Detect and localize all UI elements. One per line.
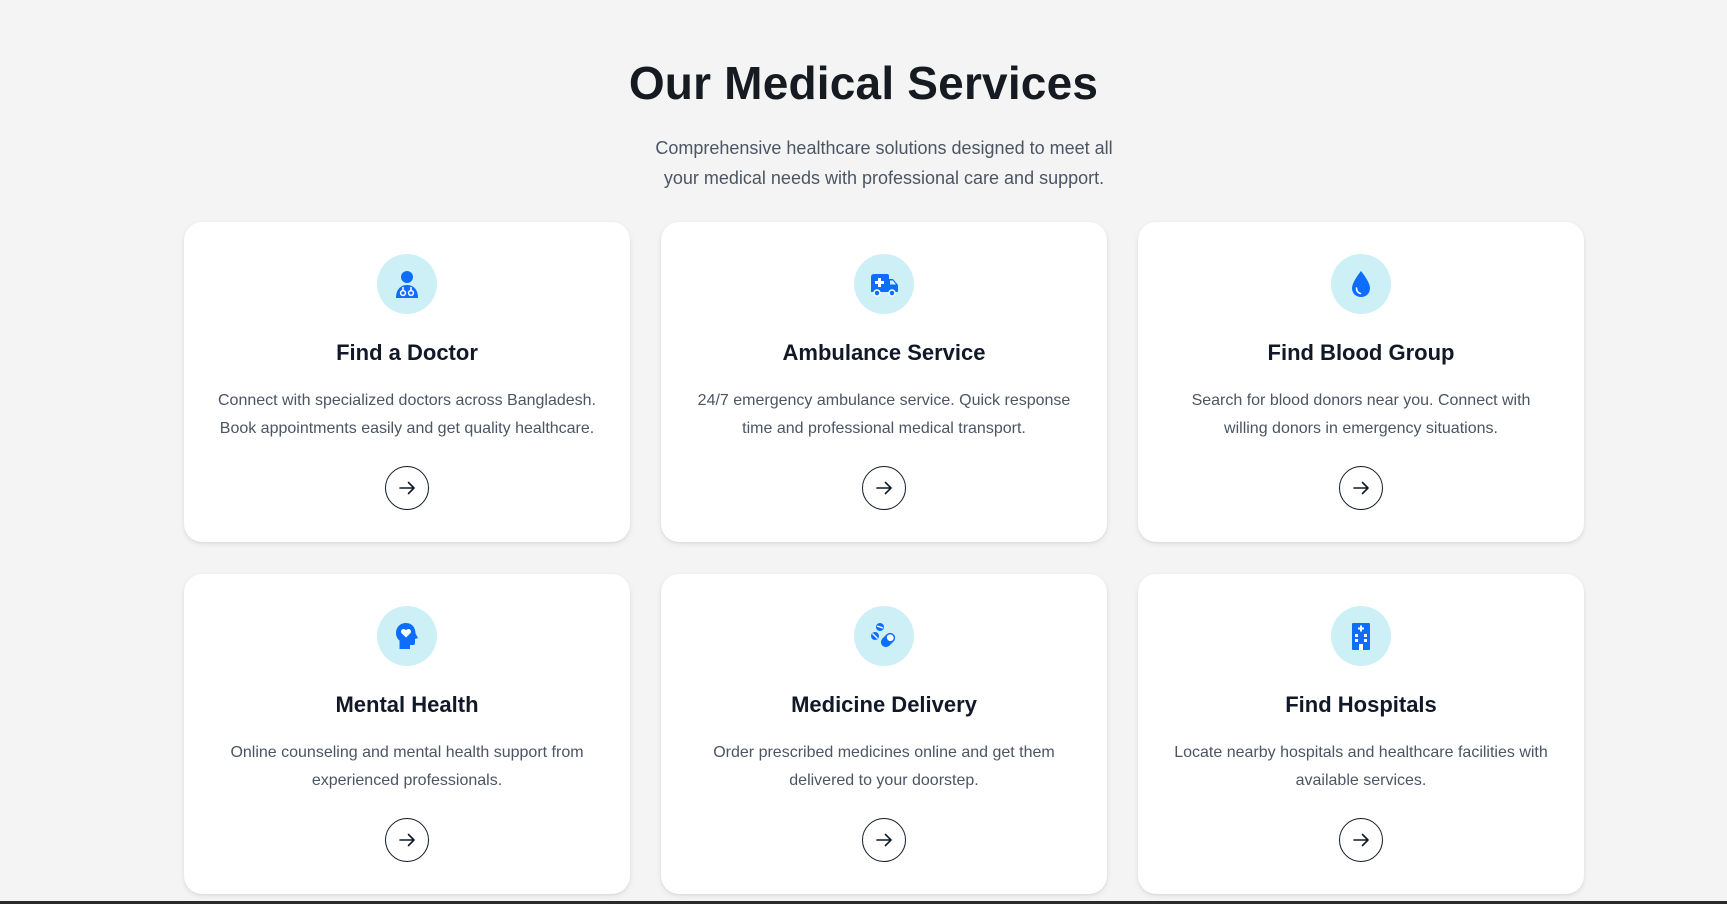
icon-circle (1331, 606, 1391, 666)
card-title: Find Blood Group (1267, 340, 1455, 365)
service-card-find-doctor: Find a Doctor Connect with specialized d… (184, 222, 630, 542)
arrow-right-icon (876, 481, 892, 495)
card-description: 24/7 emergency ambulance service. Quick … (697, 392, 1071, 437)
hospital-icon (1352, 623, 1370, 650)
card-title: Ambulance Service (782, 340, 986, 365)
card-title: Medicine Delivery (791, 692, 977, 717)
icon-circle (854, 254, 914, 314)
find-hospitals-arrow-button[interactable] (1339, 818, 1383, 862)
arrow-right-icon (876, 833, 892, 847)
service-card-mental-health: Mental Health Online counseling and ment… (184, 574, 630, 894)
pills-icon (871, 623, 896, 648)
head-heart-icon (396, 623, 418, 649)
card-title: Mental Health (335, 692, 479, 717)
card-description: Search for blood donors near you. Connec… (1191, 392, 1531, 437)
icon-circle (1331, 254, 1391, 314)
services-grid: Find a Doctor Connect with specialized d… (184, 222, 1584, 894)
section-subtitle: Comprehensive healthcare solutions desig… (655, 138, 1113, 188)
service-card-ambulance: Ambulance Service 24/7 emergency ambulan… (661, 222, 1107, 542)
blood-group-arrow-button[interactable] (1339, 466, 1383, 510)
arrow-right-icon (1353, 481, 1369, 495)
ambulance-arrow-button[interactable] (862, 466, 906, 510)
doctor-icon (396, 271, 418, 298)
icon-circle (377, 606, 437, 666)
section-title: Our Medical Services (628, 57, 1099, 109)
medicine-delivery-arrow-button[interactable] (862, 818, 906, 862)
service-card-medicine-delivery: Medicine Delivery Order prescribed medic… (661, 574, 1107, 894)
icon-circle (377, 254, 437, 314)
card-description: Online counseling and mental health supp… (230, 744, 584, 789)
card-description: Connect with specialized doctors across … (218, 392, 596, 437)
arrow-right-icon (399, 481, 415, 495)
find-doctor-arrow-button[interactable] (385, 466, 429, 510)
service-card-find-hospitals: Find Hospitals Locate nearby hospitals a… (1138, 574, 1584, 894)
card-title: Find Hospitals (1285, 692, 1437, 717)
blood-drop-icon (1352, 271, 1370, 297)
arrow-right-icon (1353, 833, 1369, 847)
icon-circle (854, 606, 914, 666)
card-title: Find a Doctor (336, 340, 478, 365)
arrow-right-icon (399, 833, 415, 847)
service-card-blood-group: Find Blood Group Search for blood donors… (1138, 222, 1584, 542)
ambulance-icon (871, 274, 898, 297)
mental-health-arrow-button[interactable] (385, 818, 429, 862)
card-description: Locate nearby hospitals and healthcare f… (1174, 744, 1548, 789)
card-description: Order prescribed medicines online and ge… (713, 744, 1055, 789)
